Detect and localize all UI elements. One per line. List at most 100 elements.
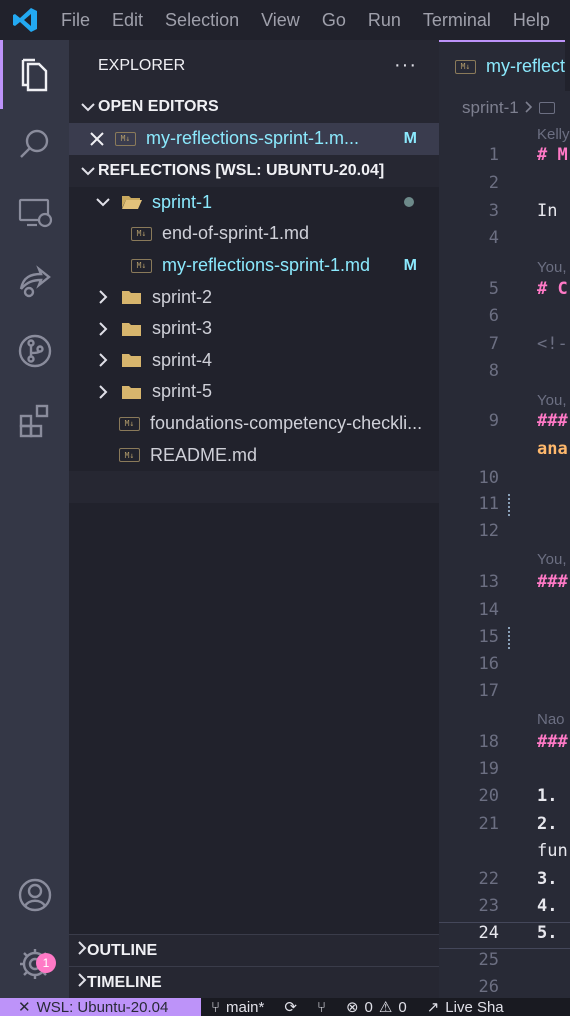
folder-open-icon — [122, 196, 142, 210]
folder-row-sprint-1[interactable]: sprint-1 — [69, 187, 439, 219]
file-row[interactable]: M↓ foundations-competency-checkli... — [69, 408, 439, 440]
chevron-right-icon — [77, 973, 87, 992]
line-number: 3 — [488, 201, 499, 221]
menu-selection[interactable]: Selection — [154, 0, 250, 40]
remote-indicator[interactable]: ✕ WSL: Ubuntu-20.04 — [0, 998, 201, 1016]
markdown-file-icon: M↓ — [131, 226, 152, 241]
file-row[interactable]: M↓ README.md — [69, 439, 439, 471]
editor-area[interactable]: M↓ my-reflect sprint-1 Kelly 1 # M 2 3 In … — [439, 40, 570, 998]
search-icon[interactable] — [0, 109, 69, 178]
pull-request-button[interactable]: ⑂ — [307, 999, 336, 1016]
modified-gutter-mark — [508, 627, 512, 649]
folder-row-sprint-3[interactable]: sprint-3 — [69, 313, 439, 345]
menu-run[interactable]: Run — [357, 0, 412, 40]
code-line: 20 1. — [439, 786, 570, 813]
folder-icon — [122, 291, 141, 305]
timeline-title: TIMELINE — [87, 973, 162, 991]
markdown-file-icon: M↓ — [115, 131, 136, 146]
code-text: 3. — [537, 869, 558, 889]
code-line: 1 # M — [439, 145, 570, 172]
remote-explorer-icon[interactable] — [0, 178, 69, 247]
more-actions-button[interactable]: ··· — [394, 54, 417, 77]
open-editor-item[interactable]: M↓ my-reflections-sprint-1.m... M — [69, 123, 439, 155]
code-line: 3 In — [439, 201, 570, 228]
markdown-file-icon: M↓ — [131, 258, 152, 273]
code-line: 25 — [439, 950, 570, 977]
chevron-right-icon — [92, 322, 113, 336]
explorer-icon[interactable] — [0, 40, 69, 109]
sync-button[interactable]: ⟳ — [274, 998, 307, 1016]
menu-view[interactable]: View — [250, 0, 311, 40]
menu-edit[interactable]: Edit — [101, 0, 154, 40]
outline-title: OUTLINE — [87, 941, 158, 959]
line-number: 11 — [478, 494, 499, 514]
code-lines: Kelly 1 # M 2 3 In 4 You, 5 # C 6 7 <!- 8 Yo… — [439, 40, 570, 998]
line-number: 18 — [478, 732, 499, 752]
code-line: 13 ### — [439, 572, 570, 599]
code-line: 15 — [439, 627, 570, 654]
open-editors-section-header[interactable]: OPEN EDITORS — [69, 91, 439, 123]
markdown-file-icon: M↓ — [119, 448, 140, 463]
menu-file[interactable]: File — [50, 0, 101, 40]
codelens-author: Kelly — [537, 126, 570, 143]
code-line: 21 2. — [439, 814, 570, 841]
branch-indicator[interactable]: ⑂ main* — [201, 999, 274, 1016]
code-line: 10 — [439, 468, 570, 495]
code-text: 4. — [537, 896, 558, 916]
error-count: 0 — [364, 998, 373, 1016]
live-share-icon: ↗ — [426, 999, 440, 1016]
chevron-down-icon — [77, 102, 98, 112]
source-control-icon[interactable] — [0, 316, 69, 385]
folder-row-sprint-5[interactable]: sprint-5 — [69, 376, 439, 408]
code-text: ### — [537, 572, 568, 592]
folder-row-sprint-4[interactable]: sprint-4 — [69, 345, 439, 377]
line-number: 8 — [488, 361, 499, 381]
extensions-icon[interactable] — [0, 385, 69, 454]
folder-name: sprint-2 — [152, 286, 213, 307]
folder-row-sprint-2[interactable]: sprint-2 — [69, 281, 439, 313]
line-number: 26 — [478, 977, 499, 997]
line-number: 6 — [488, 306, 499, 326]
code-line: 23 4. — [439, 896, 570, 923]
outline-section-header[interactable]: OUTLINE — [69, 934, 439, 966]
modified-gutter-mark — [508, 494, 512, 516]
file-tree: sprint-1 M↓ end-of-sprint-1.md M↓ my-ref… — [69, 186, 439, 471]
codelens-author: You, — [537, 259, 567, 276]
file-name: my-reflections-sprint-1.md — [162, 255, 371, 276]
menu-go[interactable]: Go — [311, 0, 357, 40]
code-text: 1. — [537, 786, 558, 806]
menu-terminal[interactable]: Terminal — [412, 0, 502, 40]
live-share-status[interactable]: ↗ Live Sha — [417, 998, 514, 1016]
folder-name: sprint-5 — [152, 381, 213, 402]
workspace-section-header[interactable]: REFLECTIONS [WSL: UBUNTU-20.04] — [69, 155, 439, 187]
code-line-wrapped: fun — [439, 841, 570, 868]
file-row[interactable]: M↓ end-of-sprint-1.md — [69, 218, 439, 250]
open-editors-title: OPEN EDITORS — [98, 98, 219, 115]
code-line-wrapped: ana — [439, 439, 570, 466]
line-number: 4 — [488, 228, 499, 248]
menu-help[interactable]: Help — [502, 0, 561, 40]
markdown-file-icon: M↓ — [119, 416, 140, 431]
timeline-section-header[interactable]: TIMELINE — [69, 966, 439, 998]
code-line: 11 — [439, 494, 570, 521]
activity-bar: 1 — [0, 40, 69, 998]
problems-indicator[interactable]: ⊗ 0 ⚠ 0 — [336, 998, 417, 1016]
code-line: 5 # C — [439, 279, 570, 306]
settings-badge: 1 — [36, 953, 56, 973]
chevron-down-icon — [92, 197, 113, 207]
live-share-icon[interactable] — [0, 247, 69, 316]
file-row[interactable]: M↓ my-reflections-sprint-1.md M — [69, 250, 439, 282]
close-icon[interactable] — [79, 132, 115, 146]
code-line: 2 — [439, 173, 570, 200]
accounts-icon[interactable] — [0, 860, 69, 929]
remote-icon: ✕ — [18, 999, 31, 1016]
modified-badge: M — [403, 129, 417, 147]
warning-count: 0 — [398, 998, 407, 1016]
code-line: 8 — [439, 361, 570, 388]
code-line: 19 — [439, 759, 570, 786]
code-text: fun — [537, 841, 568, 861]
settings-gear-icon[interactable]: 1 — [0, 929, 69, 998]
line-number: 17 — [478, 681, 499, 701]
explorer-header: EXPLORER ··· — [69, 40, 439, 91]
line-number: 23 — [478, 896, 499, 916]
